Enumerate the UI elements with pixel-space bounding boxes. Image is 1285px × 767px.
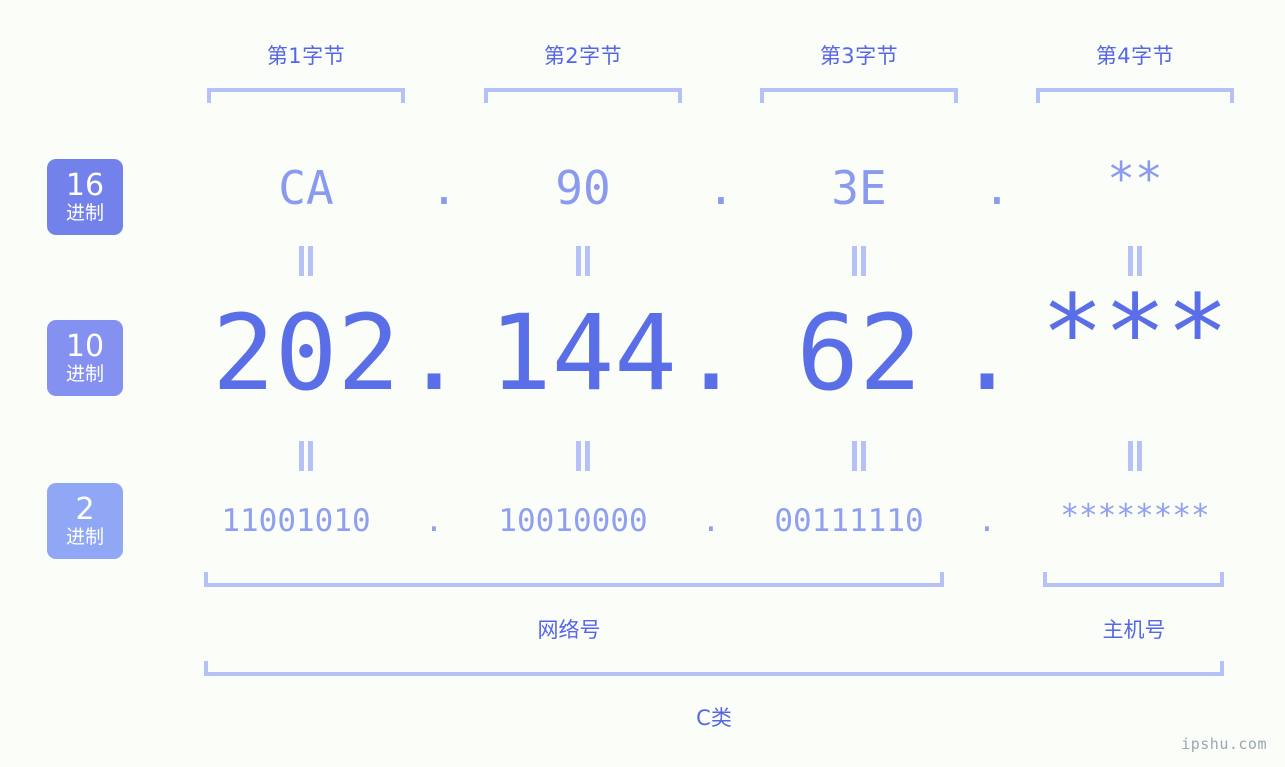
equals-mark-dec-bin-1: [298, 441, 314, 471]
base-badge-binary-number: 2: [75, 492, 95, 527]
base-badge-decimal-number: 10: [65, 329, 105, 364]
decimal-byte-4: ***: [1041, 272, 1229, 394]
byte-header-label-4: 第4字节: [1095, 44, 1175, 68]
binary-byte-4: ********: [1060, 498, 1210, 534]
host-id-bracket: [1043, 572, 1224, 587]
hex-byte-2: 90: [555, 161, 611, 215]
base-badge-hex-suffix: 进制: [65, 202, 104, 224]
byte-bracket-1: [207, 88, 405, 103]
base-badge-hex: 16 进制: [47, 159, 123, 235]
decimal-byte-1: 202: [212, 292, 400, 414]
network-id-bracket: [204, 572, 944, 587]
network-id-label: 网络号: [537, 618, 601, 642]
binary-separator-1: .: [424, 503, 444, 539]
host-id-label: 主机号: [1102, 618, 1166, 642]
hex-separator-3: .: [983, 161, 1011, 215]
decimal-byte-2: 144: [489, 292, 677, 414]
ip-class-label: C类: [696, 706, 732, 730]
hex-separator-1: .: [430, 161, 458, 215]
equals-mark-hex-dec-1: [298, 246, 314, 276]
decimal-byte-3: 62: [796, 292, 922, 414]
ip-address-breakdown-diagram: 第1字节 第2字节 第3字节 第4字节 16 进制 CA . 90 . 3E .…: [0, 0, 1285, 767]
hex-byte-4: **: [1107, 152, 1163, 206]
equals-mark-dec-bin-3: [851, 441, 867, 471]
byte-bracket-4: [1036, 88, 1234, 103]
site-watermark: ipshu.com: [1181, 735, 1267, 753]
decimal-separator-3: .: [955, 292, 1019, 414]
base-badge-decimal: 10 进制: [47, 320, 123, 396]
binary-separator-3: .: [977, 503, 997, 539]
hex-separator-2: .: [707, 161, 735, 215]
base-badge-binary-suffix: 进制: [65, 526, 104, 548]
decimal-separator-1: .: [402, 292, 466, 414]
decimal-separator-2: .: [679, 292, 743, 414]
binary-byte-2: 10010000: [498, 503, 648, 539]
hex-byte-3: 3E: [831, 161, 887, 215]
binary-byte-1: 11001010: [221, 503, 371, 539]
equals-mark-hex-dec-2: [575, 246, 591, 276]
hex-byte-1: CA: [278, 161, 334, 215]
byte-bracket-2: [484, 88, 682, 103]
binary-byte-3: 00111110: [774, 503, 924, 539]
equals-mark-hex-dec-3: [851, 246, 867, 276]
base-badge-hex-number: 16: [65, 168, 105, 203]
binary-separator-2: .: [701, 503, 721, 539]
base-badge-binary: 2 进制: [47, 483, 123, 559]
byte-bracket-3: [760, 88, 958, 103]
base-badge-decimal-suffix: 进制: [65, 363, 104, 385]
ip-class-bracket: [204, 661, 1224, 676]
equals-mark-dec-bin-2: [575, 441, 591, 471]
byte-header-label-1: 第1字节: [266, 44, 346, 68]
byte-header-label-3: 第3字节: [819, 44, 899, 68]
byte-header-label-2: 第2字节: [543, 44, 623, 68]
equals-mark-dec-bin-4: [1127, 441, 1143, 471]
